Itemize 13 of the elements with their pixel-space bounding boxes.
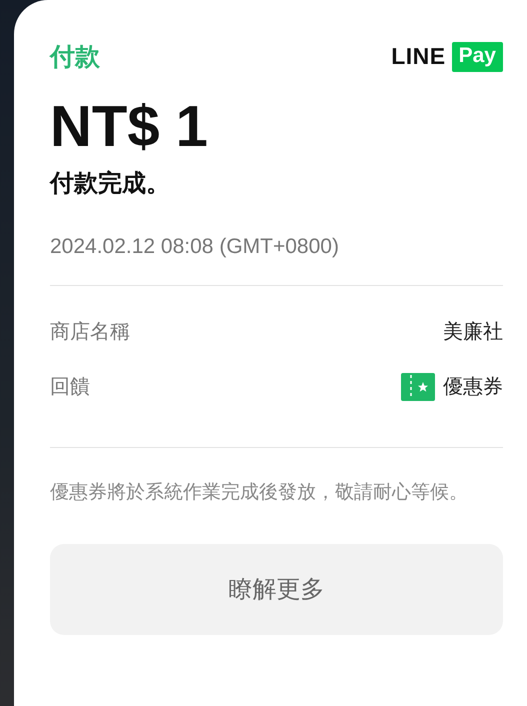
page-title: 付款	[50, 41, 100, 73]
coupon-icon	[401, 372, 435, 401]
logo-word: LINE	[391, 43, 446, 70]
detail-label: 回饋	[50, 373, 90, 400]
logo-badge: Pay	[452, 42, 503, 72]
learn-more-button[interactable]: 瞭解更多	[50, 544, 503, 635]
payment-status: 付款完成。	[50, 168, 171, 199]
payment-timestamp: 2024.02.12 08:08 (GMT+0800)	[50, 234, 340, 259]
payment-amount: NT$ 1	[50, 95, 209, 159]
notice-text: 優惠券將於系統作業完成後發放，敬請耐心等候。	[50, 480, 469, 505]
detail-value: 美廉社	[443, 318, 503, 346]
detail-label: 商店名稱	[50, 318, 130, 346]
detail-value: 優惠券	[443, 373, 503, 400]
